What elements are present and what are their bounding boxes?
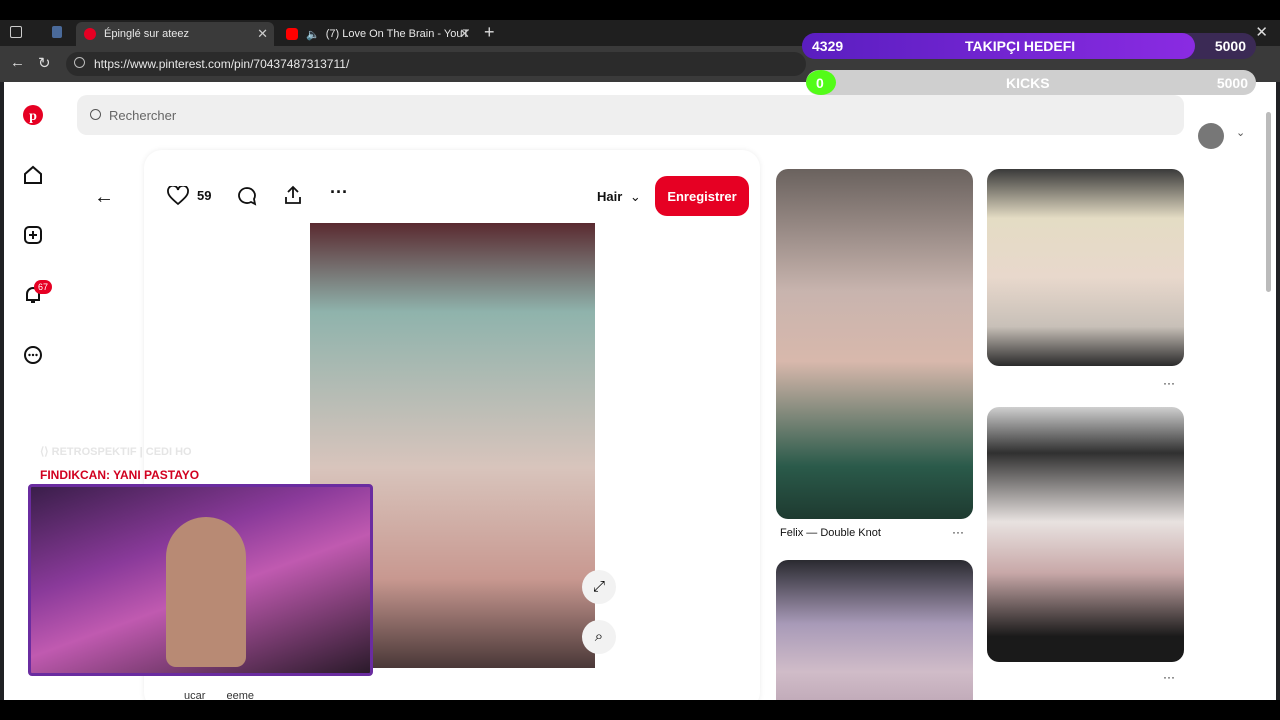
like-count: 59 — [197, 188, 212, 203]
share-icon[interactable] — [283, 184, 303, 206]
more-options-icon[interactable]: ··· — [952, 525, 964, 539]
webcam-overlay — [28, 484, 373, 676]
kicks-goal-title: KICKS — [1006, 75, 1050, 91]
comment-icon[interactable] — [236, 186, 258, 206]
kicks-goal-bar: 0 KICKS 5000 — [806, 70, 1256, 95]
home-icon[interactable] — [22, 164, 44, 186]
scrollbar-thumb[interactable] — [1266, 112, 1271, 292]
pin-author-name-tail: eeme — [226, 690, 254, 700]
close-tab-icon[interactable]: ✕ — [459, 26, 470, 42]
more-options-icon[interactable]: ··· — [1163, 376, 1175, 390]
expand-icon[interactable]: ⤢ — [582, 570, 616, 604]
tab-title: (7) Love On The Brain - YouT — [325, 28, 470, 40]
svg-text:p: p — [29, 109, 37, 124]
messages-icon[interactable] — [22, 344, 44, 366]
search-icon — [90, 109, 101, 120]
window-close-icon[interactable]: ✕ — [1255, 23, 1268, 41]
grid-pin-caption[interactable]: Felix — Double Knot — [780, 527, 881, 539]
save-button[interactable]: Enregistrer — [655, 176, 749, 216]
more-options-icon[interactable]: ··· — [1163, 670, 1175, 684]
back-arrow-icon[interactable]: ← — [94, 186, 114, 209]
sidebar-toggle-icon[interactable] — [10, 26, 22, 38]
grid-pin-image[interactable] — [776, 560, 973, 700]
youtube-favicon-icon — [286, 28, 298, 40]
board-select-label: Hair — [597, 189, 623, 204]
address-field[interactable]: https://www.pinterest.com/pin/7043748731… — [66, 52, 806, 76]
reload-icon[interactable]: ↻ — [38, 54, 51, 72]
chevron-down-icon[interactable]: ⌄ — [1236, 126, 1245, 139]
follower-goal-title: TAKIPÇI HEDEFI — [965, 38, 1076, 54]
tab-pinterest[interactable]: Épinglé sur ateez ✕ — [76, 22, 274, 46]
chat-message: FINDIKCAN: YANI PASTAYO — [40, 468, 200, 482]
search-input[interactable]: Rechercher — [77, 95, 1184, 135]
grid-pin-image[interactable] — [987, 407, 1184, 662]
pinned-tab-icon[interactable] — [52, 26, 62, 38]
kicks-goal-target: 5000 — [1216, 75, 1248, 91]
close-tab-icon[interactable]: ✕ — [257, 26, 268, 42]
site-info-icon[interactable] — [74, 57, 85, 68]
avatar[interactable] — [1198, 123, 1224, 149]
webcam-person — [166, 517, 246, 667]
chevron-down-icon: ⌄ — [629, 189, 641, 204]
search-placeholder: Rechercher — [109, 107, 177, 123]
letterbox-bottom — [0, 700, 1280, 720]
visual-search-icon[interactable]: ⌕ — [582, 620, 616, 654]
new-tab-icon[interactable]: + — [484, 22, 495, 43]
follower-goal-bar: 4329 TAKIPÇI HEDEFI 5000 — [802, 33, 1256, 59]
pin-author-name: ucar — [184, 690, 206, 700]
tab-youtube[interactable]: 🔈 (7) Love On The Brain - YouT ✕ — [278, 22, 476, 46]
tab-title: Épinglé sur ateez — [104, 28, 189, 40]
kicks-goal-current: 0 — [816, 75, 824, 91]
notification-badge: 67 — [34, 280, 52, 294]
back-icon[interactable]: ← — [10, 54, 25, 71]
pin-author[interactable]: ucar eeme — [184, 690, 254, 700]
create-icon[interactable] — [22, 224, 44, 246]
follower-goal-current: 4329 — [812, 38, 844, 54]
pinterest-logo-icon[interactable]: p — [22, 104, 44, 126]
heart-icon[interactable] — [167, 186, 189, 206]
pinterest-favicon-icon — [84, 28, 96, 40]
more-options-icon[interactable]: ··· — [330, 182, 348, 203]
follower-goal-target: 5000 — [1214, 38, 1246, 54]
grid-pin-image[interactable] — [776, 169, 973, 519]
url-text: https://www.pinterest.com/pin/7043748731… — [94, 57, 350, 71]
speaker-icon[interactable]: 🔈 — [306, 28, 320, 41]
grid-pin-image[interactable] — [987, 169, 1184, 366]
chat-message-faded: ⟨⟩ RETROSPEKTIF | CEDI HO — [40, 446, 192, 458]
board-select[interactable]: Hair ⌄ — [597, 189, 641, 205]
